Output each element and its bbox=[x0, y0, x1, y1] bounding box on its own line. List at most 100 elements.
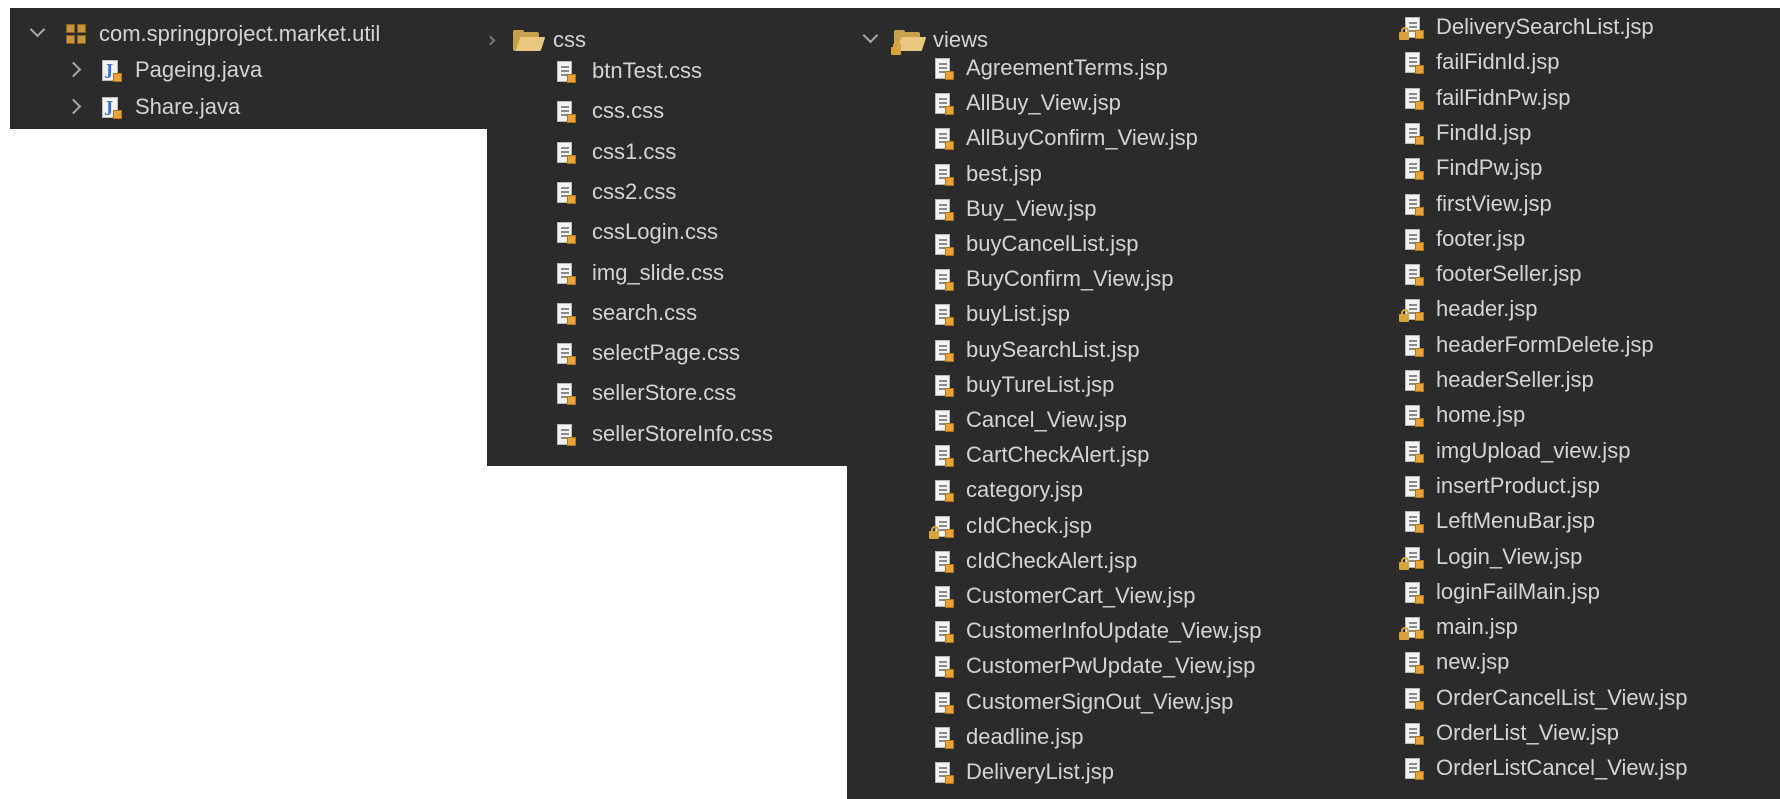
folder-name: views bbox=[933, 27, 989, 52]
file-name: CartCheckAlert.jsp bbox=[966, 442, 1150, 468]
tree-item-css-file[interactable]: btnTest.css bbox=[487, 56, 847, 86]
tree-item-jsp-file[interactable]: CartCheckAlert.jsp bbox=[847, 440, 1297, 470]
tree-item-css-file[interactable]: css.css bbox=[487, 96, 847, 126]
tree-item-jsp-file[interactable]: cIdCheck.jsp bbox=[847, 511, 1297, 541]
tree-item-css-file[interactable]: sellerStore.css bbox=[487, 378, 847, 408]
file-name: FindId.jsp bbox=[1436, 119, 1532, 145]
file-name: AllBuy_View.jsp bbox=[966, 90, 1121, 116]
tree-item-jsp-file[interactable]: OrderList_View.jsp bbox=[1397, 718, 1780, 748]
tree-item-css-file[interactable]: img_slide.css bbox=[487, 258, 847, 288]
file-name: buySearchList.jsp bbox=[966, 336, 1140, 362]
tree-item-jsp-file[interactable]: Cancel_View.jsp bbox=[847, 405, 1297, 435]
tree-item-jsp-file[interactable]: footerSeller.jsp bbox=[1397, 259, 1780, 289]
tree-item-jsp-file[interactable]: DeliverySearchList.jsp bbox=[1397, 12, 1780, 42]
tree-item-css-file[interactable]: search.css bbox=[487, 298, 847, 328]
jsp-file-icon bbox=[934, 691, 954, 714]
file-name: css1.css bbox=[592, 138, 677, 164]
tree-item-jsp-file[interactable]: CustomerInfoUpdate_View.jsp bbox=[847, 616, 1297, 646]
tree-item-jsp-file[interactable]: OrderCancelList_View.jsp bbox=[1397, 683, 1780, 713]
tree-item-jsp-file[interactable]: Buy_View.jsp bbox=[847, 194, 1297, 224]
tree-item-jsp-file[interactable]: AllBuyConfirm_View.jsp bbox=[847, 123, 1297, 153]
tree-item-css-file[interactable]: cssLogin.css bbox=[487, 217, 847, 247]
jsp-file-icon bbox=[934, 93, 954, 116]
file-name: imgUpload_view.jsp bbox=[1436, 437, 1631, 463]
tree-item-util-package[interactable]: com.springproject.market.util bbox=[10, 19, 565, 49]
tree-item-jsp-file[interactable]: CustomerSignOut_View.jsp bbox=[847, 687, 1297, 717]
tree-item-java-file[interactable]: J Pageing.java bbox=[10, 55, 565, 85]
tree-item-css-file[interactable]: selectPage.css bbox=[487, 338, 847, 368]
tree-item-jsp-file[interactable]: failFidnId.jsp bbox=[1397, 47, 1780, 77]
tree-item-jsp-file[interactable]: imgUpload_view.jsp bbox=[1397, 436, 1780, 466]
tree-item-jsp-file[interactable]: CustomerPwUpdate_View.jsp bbox=[847, 651, 1297, 681]
jsp-file-icon bbox=[1404, 122, 1424, 145]
tree-item-java-file[interactable]: J Share.java bbox=[10, 92, 565, 122]
tree-item-jsp-file[interactable]: best.jsp bbox=[847, 159, 1297, 189]
tree-item-jsp-file[interactable]: main.jsp bbox=[1397, 612, 1780, 642]
jsp-file-icon bbox=[1404, 758, 1424, 781]
file-name: cIdCheck.jsp bbox=[966, 512, 1092, 538]
tree-item-jsp-file[interactable]: footer.jsp bbox=[1397, 224, 1780, 254]
tree-item-jsp-file[interactable]: FindId.jsp bbox=[1397, 118, 1780, 148]
chevron-down-icon[interactable] bbox=[29, 21, 46, 38]
tree-item-jsp-file[interactable]: category.jsp bbox=[847, 475, 1297, 505]
tree-item-views-folder[interactable]: views bbox=[847, 25, 1297, 55]
tree-item-css-folder[interactable]: css bbox=[487, 25, 847, 55]
tree-item-jsp-file[interactable]: loginFailMain.jsp bbox=[1397, 577, 1780, 607]
file-name: footerSeller.jsp bbox=[1436, 261, 1582, 287]
jsp-file-icon bbox=[934, 339, 954, 362]
file-name: DeliverySearchList.jsp bbox=[1436, 14, 1654, 39]
tree-item-jsp-file[interactable]: home.jsp bbox=[1397, 400, 1780, 430]
tree-item-jsp-file[interactable]: AllBuy_View.jsp bbox=[847, 88, 1297, 118]
tree-item-jsp-file[interactable]: OrderListCancel_View.jsp bbox=[1397, 753, 1780, 783]
tree-item-jsp-file[interactable]: failFidnPw.jsp bbox=[1397, 83, 1780, 113]
locked-jsp-file-icon bbox=[1399, 299, 1424, 323]
jsp-file-icon bbox=[934, 269, 954, 292]
jsp-file-icon bbox=[556, 141, 576, 164]
tree-item-jsp-file[interactable]: headerFormDelete.jsp bbox=[1397, 330, 1780, 360]
tree-item-jsp-file[interactable]: insertProduct.jsp bbox=[1397, 471, 1780, 501]
package-name: com.springproject.market.util bbox=[99, 21, 381, 46]
tree-item-jsp-file[interactable]: BuyConfirm_View.jsp bbox=[847, 264, 1297, 294]
jsp-file-icon bbox=[556, 302, 576, 325]
chevron-right-icon[interactable] bbox=[487, 35, 496, 46]
tree-item-jsp-file[interactable]: buySearchList.jsp bbox=[847, 335, 1297, 365]
jsp-file-icon bbox=[934, 234, 954, 256]
tree-item-css-file[interactable]: css1.css bbox=[487, 137, 847, 167]
chevron-right-icon[interactable] bbox=[65, 98, 82, 115]
tree-item-jsp-file[interactable]: LeftMenuBar.jsp bbox=[1397, 506, 1780, 536]
jsp-file-icon bbox=[1404, 264, 1424, 287]
tree-item-jsp-file[interactable]: buyList.jsp bbox=[847, 299, 1297, 329]
jsp-file-icon bbox=[934, 586, 954, 608]
tree-item-jsp-file[interactable]: buyTureList.jsp bbox=[847, 370, 1297, 400]
chevron-down-icon[interactable] bbox=[862, 27, 879, 44]
file-name: new.jsp bbox=[1436, 649, 1510, 675]
file-name: DeliveryList.jsp bbox=[966, 759, 1114, 784]
jsp-file-icon bbox=[556, 222, 576, 245]
tree-item-jsp-file[interactable]: AgreementTerms.jsp bbox=[847, 53, 1297, 83]
tree-item-jsp-file[interactable]: buyCancelList.jsp bbox=[847, 229, 1297, 259]
tree-item-css-file[interactable]: sellerStoreInfo.css bbox=[487, 419, 847, 449]
tree-item-css-file[interactable]: css2.css bbox=[487, 177, 847, 207]
tree-item-jsp-file[interactable]: headerSeller.jsp bbox=[1397, 365, 1780, 395]
tree-item-jsp-file[interactable]: CustomerCart_View.jsp bbox=[847, 581, 1297, 611]
file-name: failFidnPw.jsp bbox=[1436, 84, 1571, 110]
chevron-right-icon[interactable] bbox=[65, 61, 82, 78]
tree-item-jsp-file[interactable]: header.jsp bbox=[1397, 294, 1780, 324]
file-name: insertProduct.jsp bbox=[1436, 472, 1600, 498]
tree-item-jsp-file[interactable]: new.jsp bbox=[1397, 647, 1780, 677]
tree-item-jsp-file[interactable]: FindPw.jsp bbox=[1397, 153, 1780, 183]
tree-item-jsp-file[interactable]: Login_View.jsp bbox=[1397, 542, 1780, 572]
file-name: Login_View.jsp bbox=[1436, 543, 1583, 569]
jsp-file-icon bbox=[1404, 405, 1424, 428]
jsp-file-icon bbox=[1404, 158, 1424, 181]
file-name: cIdCheckAlert.jsp bbox=[966, 547, 1138, 573]
jsp-file-icon bbox=[1404, 334, 1424, 357]
file-name: CustomerSignOut_View.jsp bbox=[966, 688, 1234, 714]
tree-item-jsp-file[interactable]: deadline.jsp bbox=[847, 722, 1297, 752]
file-name: selectPage.css bbox=[592, 340, 740, 366]
tree-item-jsp-file[interactable]: DeliveryList.jsp bbox=[847, 757, 1297, 787]
file-name: CustomerCart_View.jsp bbox=[966, 583, 1196, 608]
tree-item-jsp-file[interactable]: cIdCheckAlert.jsp bbox=[847, 546, 1297, 576]
tree-item-jsp-file[interactable]: firstView.jsp bbox=[1397, 189, 1780, 219]
jsp-file-icon bbox=[934, 410, 954, 432]
